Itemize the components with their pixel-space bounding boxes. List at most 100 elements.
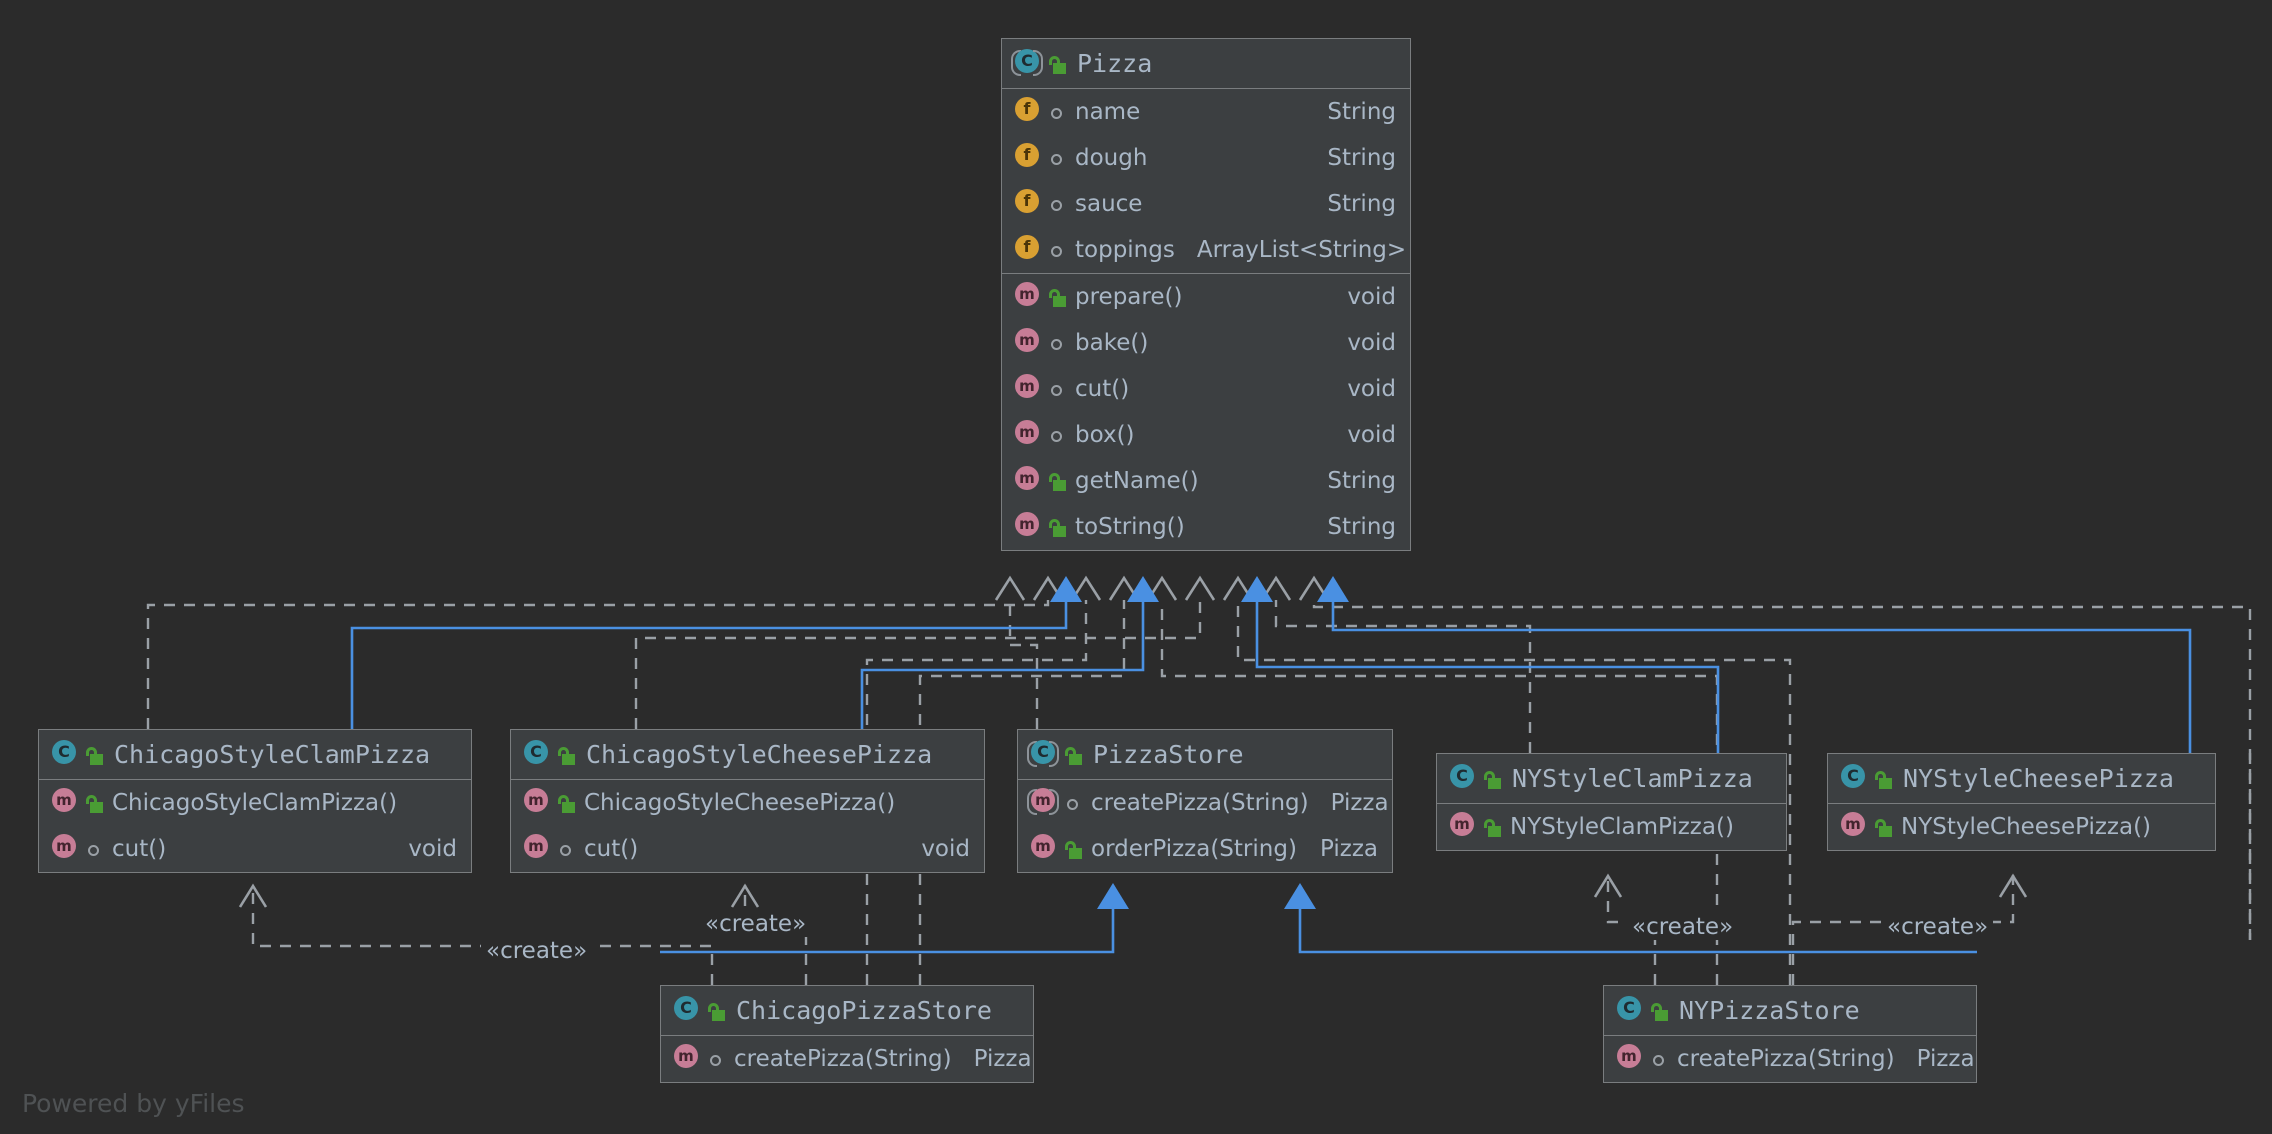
uml-class-chicagopizzastore[interactable]: C ChicagoPizzaStore m createPizza(String) Pi… — [660, 985, 1034, 1083]
uml-class-chicagostyleclampizza[interactable]: C ChicagoStyleClamPizza m ChicagoStyleClamP… — [38, 729, 472, 873]
diagram-canvas[interactable]: Pizza : from PizzaStore top-left up --> … — [0, 0, 2272, 1134]
lock-icon — [1482, 815, 1504, 839]
edge-chicagocheese-pizza-dep — [634, 600, 1202, 729]
dot-icon — [1047, 100, 1069, 124]
dot-icon — [1047, 423, 1069, 447]
class-header[interactable]: C PizzaStore — [1018, 730, 1392, 780]
method-icon: m — [1012, 420, 1042, 450]
class-header[interactable]: C ChicagoPizzaStore — [661, 986, 1033, 1036]
class-header[interactable]: C NYStyleCheesePizza — [1828, 754, 2215, 804]
class-icon: C — [521, 739, 551, 770]
arrowhead-gen-pizza-3 — [1241, 576, 1273, 602]
method-name: prepare() — [1075, 284, 1183, 310]
method-row[interactable]: m createPizza(String) Pizza — [1018, 780, 1392, 826]
field-row[interactable]: f name String — [1002, 89, 1410, 135]
arrowhead-gen-pizza-2 — [1127, 576, 1159, 602]
method-row[interactable]: m toString() String — [1002, 504, 1410, 550]
field-row[interactable]: f toppings ArrayList<String> — [1002, 227, 1410, 273]
field-type: String — [1327, 99, 1396, 125]
method-row[interactable]: m cut() void — [511, 826, 984, 872]
class-icon: C — [1838, 763, 1868, 794]
method-icon: m — [671, 1044, 701, 1074]
field-name: sauce — [1075, 191, 1143, 217]
class-header[interactable]: C NYStyleClamPizza — [1437, 754, 1786, 804]
uml-class-nypizzastore[interactable]: C NYPizzaStore m createPizza(String) Pizza — [1603, 985, 1977, 1083]
method-type: String — [1327, 514, 1396, 540]
edge-label-create-1: «create» — [481, 938, 593, 964]
method-type: void — [1347, 284, 1396, 310]
yfiles-watermark: Powered by yFiles — [22, 1089, 245, 1118]
methods-section: m createPizza(String) Pizza m orderPizza(Str… — [1018, 780, 1392, 872]
method-name: ChicagoStyleClamPizza() — [112, 790, 398, 816]
method-icon: m — [1614, 1044, 1644, 1074]
method-type: void — [921, 836, 970, 862]
arrowhead-create-nycheese — [1998, 873, 2028, 898]
method-name: ChicagoStyleCheesePizza() — [584, 790, 896, 816]
class-icon: C — [1011, 48, 1043, 79]
method-type: void — [1347, 330, 1396, 356]
arrowhead-create-chicagoclam — [238, 883, 268, 908]
dot-icon — [1047, 146, 1069, 170]
method-row[interactable]: m NYStyleClamPizza() — [1437, 804, 1786, 850]
method-icon: m — [1447, 812, 1477, 842]
edge-label-text: «create» — [1632, 914, 1734, 940]
method-icon: m — [1028, 834, 1058, 864]
methods-section: m ChicagoStyleClamPizza() m cut() void — [39, 780, 471, 872]
method-name: cut() — [1075, 376, 1130, 402]
field-icon: f — [1012, 143, 1042, 173]
uml-class-chicagostylecheesepizza[interactable]: C ChicagoStyleCheesePizza m ChicagoStyleChe… — [510, 729, 985, 873]
method-name: createPizza(String) — [1677, 1046, 1895, 1072]
method-row[interactable]: m bake() void — [1002, 320, 1410, 366]
edge-pizzastore-pizza — [1008, 600, 1039, 729]
method-icon: m — [521, 788, 551, 818]
method-row[interactable]: m orderPizza(String) Pizza — [1018, 826, 1392, 872]
lock-icon — [556, 743, 578, 767]
uml-class-pizza[interactable]: C Pizza f name String f dough String f sauce Strin… — [1001, 38, 1411, 551]
method-row[interactable]: m createPizza(String) Pizza — [661, 1036, 1033, 1082]
method-name: toString() — [1075, 514, 1185, 540]
methods-section: m ChicagoStyleCheesePizza() m cut() void — [511, 780, 984, 872]
method-type: Pizza — [1916, 1046, 1975, 1072]
class-header[interactable]: C Pizza — [1002, 39, 1410, 89]
method-type: void — [1347, 376, 1396, 402]
uml-class-nystyleclampizza[interactable]: C NYStyleClamPizza m NYStyleClamPizza() — [1436, 753, 1787, 851]
field-row[interactable]: f dough String — [1002, 135, 1410, 181]
method-icon: m — [1012, 328, 1042, 358]
method-icon: m — [521, 834, 551, 864]
method-row[interactable]: m box() void — [1002, 412, 1410, 458]
class-header[interactable]: C ChicagoStyleCheesePizza — [511, 730, 984, 780]
class-header[interactable]: C NYPizzaStore — [1604, 986, 1976, 1036]
class-header[interactable]: C ChicagoStyleClamPizza — [39, 730, 471, 780]
field-type: String — [1327, 145, 1396, 171]
field-name: name — [1075, 99, 1141, 125]
method-row[interactable]: m getName() String — [1002, 458, 1410, 504]
dot-icon — [1047, 331, 1069, 355]
field-row[interactable]: f sauce String — [1002, 181, 1410, 227]
uml-class-pizzastore[interactable]: C PizzaStore m createPizza(String) Pizza m ord… — [1017, 729, 1393, 873]
lock-icon — [1063, 743, 1085, 767]
arrowhead-create-nyclam — [1593, 873, 1623, 898]
method-type: Pizza — [1330, 790, 1389, 816]
lock-icon — [1873, 815, 1895, 839]
lock-icon — [84, 791, 106, 815]
method-row[interactable]: m ChicagoStyleClamPizza() — [39, 780, 471, 826]
field-name: dough — [1075, 145, 1148, 171]
dependency-arrowheads — [994, 575, 1330, 601]
lock-icon — [84, 743, 106, 767]
method-row[interactable]: m ChicagoStyleCheesePizza() — [511, 780, 984, 826]
dot-icon — [706, 1047, 728, 1071]
method-row[interactable]: m cut() void — [1002, 366, 1410, 412]
edge-label-create-2: «create» — [700, 911, 812, 937]
method-row[interactable]: m NYStyleCheesePizza() — [1828, 804, 2215, 850]
uml-class-nystylecheesepizza[interactable]: C NYStyleCheesePizza m NYStyleCheesePizza() — [1827, 753, 2216, 851]
class-name: NYStyleClamPizza — [1512, 764, 1753, 793]
method-name: orderPizza(String) — [1091, 836, 1297, 862]
field-type: String — [1327, 191, 1396, 217]
arrowhead-gen-pizza-1 — [1050, 576, 1082, 602]
method-row[interactable]: m prepare() void — [1002, 274, 1410, 320]
method-row[interactable]: m createPizza(String) Pizza — [1604, 1036, 1976, 1082]
method-type: void — [408, 836, 457, 862]
class-name: NYPizzaStore — [1679, 996, 1860, 1025]
method-row[interactable]: m cut() void — [39, 826, 471, 872]
lock-icon — [1873, 767, 1895, 791]
